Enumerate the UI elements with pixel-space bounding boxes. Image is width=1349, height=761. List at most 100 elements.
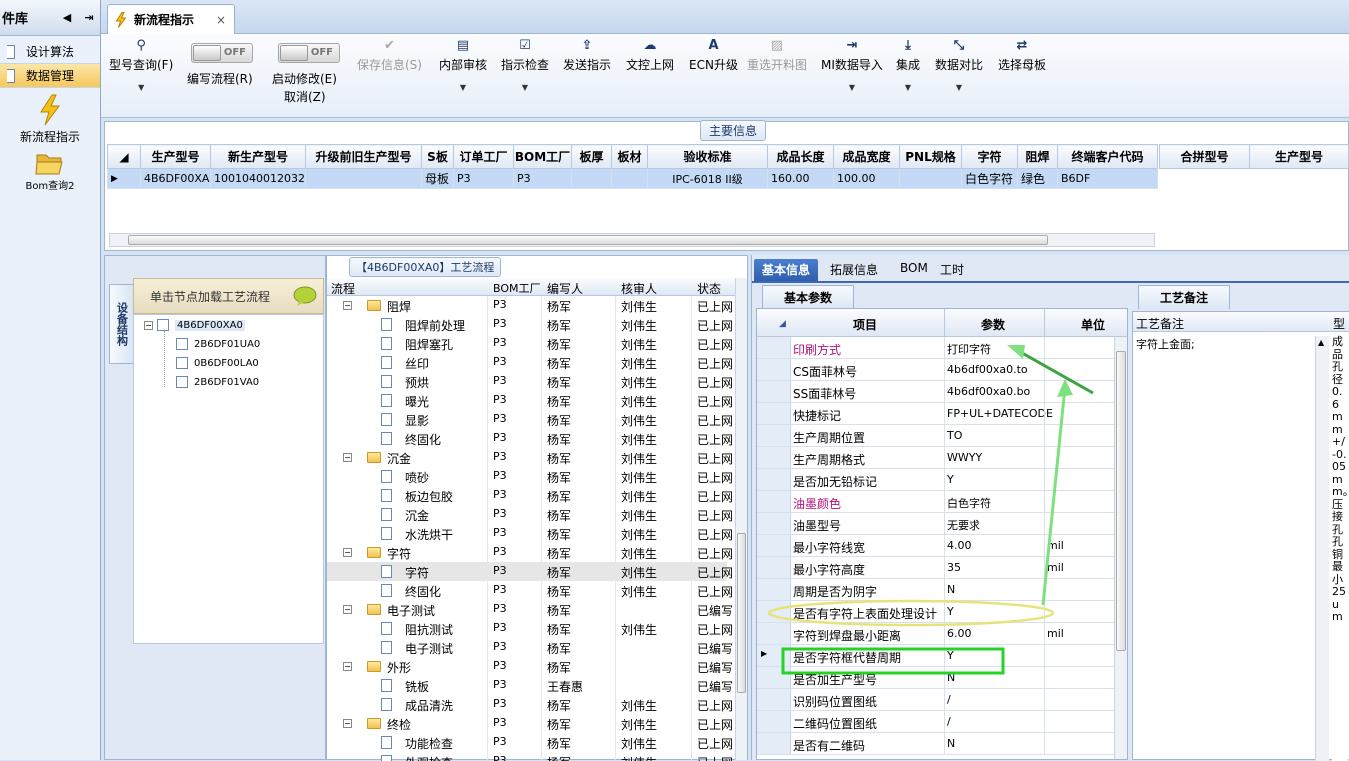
flow-row[interactable]: 阻抗测试 P3 杨军 刘伟生 已上网 (327, 619, 733, 638)
col-header[interactable]: 板厚 (571, 144, 612, 169)
flow-row[interactable]: 终固化 P3 杨军 刘伟生 已上网 (327, 429, 733, 448)
flow-row[interactable]: 显影 P3 杨军 刘伟生 已上网 (327, 410, 733, 429)
col-header[interactable]: 核审人 (621, 280, 657, 297)
table-cell[interactable]: IPC-6018 II级 (647, 168, 768, 189)
col-header[interactable]: 终端客户代码 (1057, 144, 1158, 169)
col-header[interactable]: 合拼型号 (1159, 144, 1250, 169)
col-header[interactable]: 验收标准 (647, 144, 768, 169)
col-header[interactable]: 字符 (961, 144, 1018, 169)
remark-vscrollbar[interactable]: ▲ (1315, 336, 1329, 761)
flow-row[interactable]: 终固化 P3 杨军 刘伟生 已上网 (327, 581, 733, 600)
tree-node[interactable]: 2B6DF01UA0 (176, 338, 260, 350)
table-cell[interactable] (571, 168, 612, 189)
send-indicate-button[interactable]: ⇪ 发送指示 (563, 38, 611, 73)
flow-vscrollbar[interactable] (735, 278, 747, 760)
table-cell[interactable] (305, 168, 422, 189)
col-header[interactable]: PNL规格 (899, 144, 962, 169)
data-compare-button[interactable]: ⤡ 数据对比 ▼ (935, 38, 983, 92)
tree-node-root[interactable]: − 4B6DF00XA0 (144, 319, 245, 331)
flow-row[interactable]: − 电子测试 P3 杨军 已编写 (327, 600, 733, 619)
col-header[interactable]: 订单工厂 (453, 144, 514, 169)
collapse-icon[interactable]: − (144, 320, 153, 330)
table-cell[interactable]: 100.00 (833, 168, 900, 189)
tab-new-flow[interactable]: 新流程指示 × (107, 4, 235, 34)
dropdown-arrow-icon[interactable]: ▼ (935, 83, 983, 92)
table-cell[interactable]: 4B6DF00XA0 (140, 168, 211, 189)
internal-review-button[interactable]: ▤ 内部审核 ▼ (439, 38, 487, 92)
col-header[interactable]: 阻焊 (1017, 144, 1058, 169)
save-button[interactable]: ✔ 保存信息(S) (357, 38, 422, 73)
tree-node[interactable]: 2B6DF01VA0 (176, 376, 259, 388)
choose-mother-board-button[interactable]: ⇄ 选择母板 (998, 38, 1046, 73)
vertical-tab-structure[interactable]: 设备结构 (109, 284, 133, 364)
shortcut-new-flow[interactable]: 新流程指示 (0, 94, 100, 145)
reselect-material-button[interactable]: ▨ 重选开料图 (747, 38, 807, 73)
table-row[interactable]: ▶ 4B6DF00XA0 10010400120324 母板 P3 P3 IPC… (107, 168, 1158, 189)
tab-extended-info[interactable]: 拓展信息 (822, 259, 886, 281)
cancel-button[interactable]: 取消(Z) (284, 88, 326, 105)
table-cell[interactable]: 母板 (421, 168, 454, 189)
mi-import-button[interactable]: ⇥ MI数据导入 ▼ (821, 38, 883, 92)
flow-row[interactable]: 水洗烘干 P3 杨军 刘伟生 已上网 (327, 524, 733, 543)
dropdown-arrow-icon[interactable]: ▼ (109, 83, 173, 92)
tab-work-hours[interactable]: 工时 (932, 259, 972, 281)
write-flow-toggle[interactable]: OFF (191, 43, 253, 63)
flow-row[interactable]: 喷砂 P3 杨军 刘伟生 已上网 (327, 467, 733, 486)
nav-item-design-algorithm[interactable]: 设计算法 (0, 40, 100, 64)
flow-row[interactable]: 板边包胶 P3 杨军 刘伟生 已上网 (327, 486, 733, 505)
main-info-hscrollbar[interactable] (109, 233, 1155, 247)
table-cell[interactable]: 160.00 (767, 168, 834, 189)
remark-text[interactable]: 字符上金面; (1136, 336, 1195, 352)
ecn-upgrade-button[interactable]: A ECN升级 (689, 38, 738, 73)
flow-row[interactable]: 铣板 P3 王春惠 已编写 (327, 676, 733, 695)
flow-row[interactable]: 曝光 P3 杨军 刘伟生 已上网 (327, 391, 733, 410)
flow-row[interactable]: 阻焊塞孔 P3 杨军 刘伟生 已上网 (327, 334, 733, 353)
flow-row[interactable]: − 沉金 P3 杨军 刘伟生 已上网 (327, 448, 733, 467)
col-header[interactable]: 流程 (331, 280, 355, 297)
model-query-button[interactable]: ⚲ 型号查询(F) ▼ (109, 38, 173, 92)
col-header[interactable]: BOM工厂 (493, 280, 541, 296)
flow-row[interactable]: 丝印 P3 杨军 刘伟生 已上网 (327, 353, 733, 372)
table-cell[interactable] (611, 168, 648, 189)
col-header[interactable]: 升级前旧生产型号 (305, 144, 422, 169)
col-header[interactable]: 状态 (697, 280, 721, 297)
nav-item-data-management[interactable]: 数据管理 (0, 64, 100, 88)
flow-row[interactable]: 预烘 P3 杨军 刘伟生 已上网 (327, 372, 733, 391)
flow-row[interactable]: − 字符 P3 杨军 刘伟生 已上网 (327, 543, 733, 562)
flow-row[interactable]: 字符 P3 杨军 刘伟生 已上网 (327, 562, 733, 581)
shortcut-bom-query[interactable]: Bom查询2 (0, 151, 100, 192)
close-icon[interactable]: × (216, 13, 226, 27)
flow-row[interactable]: 沉金 P3 杨军 刘伟生 已上网 (327, 505, 733, 524)
col-header[interactable]: 生产型号 (140, 144, 211, 169)
flow-row[interactable]: 阻焊前处理 P3 杨军 刘伟生 已上网 (327, 315, 733, 334)
sub-tab-basic-params[interactable]: 基本参数 (762, 285, 854, 309)
col-header[interactable]: 编写人 (547, 280, 583, 297)
integrate-button[interactable]: ⤓ 集成 ▼ (896, 38, 920, 92)
flow-row[interactable]: − 阻焊 P3 杨军 刘伟生 已上网 (327, 296, 733, 315)
flow-row[interactable]: − 外形 P3 杨军 已编写 (327, 657, 733, 676)
tab-basic-info[interactable]: 基本信息 (754, 259, 819, 281)
collapse-icon[interactable]: − (343, 453, 352, 462)
collapse-icon[interactable]: − (343, 605, 352, 614)
doc-upload-button[interactable]: ☁ 文控上网 (626, 38, 674, 73)
table-cell[interactable] (899, 168, 962, 189)
tree-node[interactable]: 0B6DF00LA0 (176, 357, 259, 369)
collapse-icon[interactable]: − (343, 548, 352, 557)
table-cell[interactable]: 绿色 (1017, 168, 1058, 189)
table-cell[interactable]: 白色字符 (961, 168, 1018, 189)
dropdown-arrow-icon[interactable]: ▼ (501, 83, 549, 92)
col-header[interactable]: 成品宽度 (833, 144, 900, 169)
start-modify-toggle[interactable]: OFF (278, 43, 340, 63)
sub-tab-process-remark[interactable]: 工艺备注 (1138, 285, 1230, 309)
pin-icon[interactable]: ⇥ (78, 11, 100, 24)
dropdown-arrow-icon[interactable]: ▼ (821, 83, 883, 92)
table-cell[interactable]: P3 (513, 168, 572, 189)
collapse-left-icon[interactable]: ◀ (56, 11, 78, 24)
table-cell[interactable]: B6DF (1057, 168, 1158, 189)
collapse-icon[interactable]: − (343, 662, 352, 671)
col-header[interactable]: S板 (421, 144, 454, 169)
col-header[interactable]: 型 (1333, 315, 1345, 332)
col-header[interactable]: 板材 (611, 144, 648, 169)
col-header[interactable]: 生产型号 (1249, 144, 1349, 169)
flow-row[interactable]: 功能检查 P3 杨军 刘伟生 已上网 (327, 733, 733, 752)
